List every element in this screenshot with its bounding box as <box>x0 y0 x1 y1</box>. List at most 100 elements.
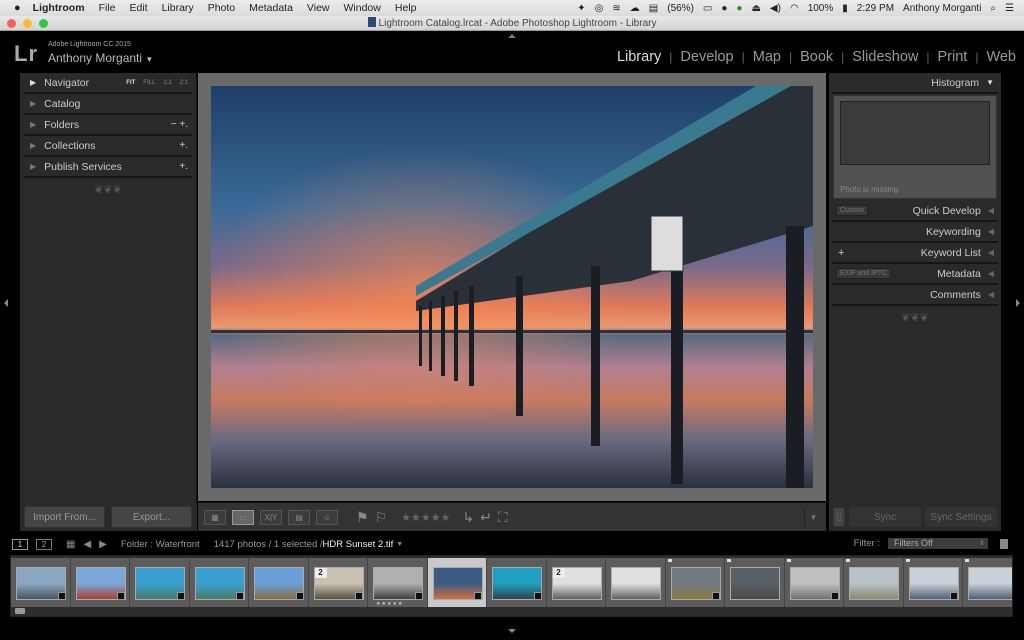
develop-settings-badge-icon[interactable] <box>57 592 66 600</box>
apple-menu-icon[interactable]: ● <box>14 2 21 14</box>
user-name[interactable]: Anthony Morganti <box>903 3 981 14</box>
auto-sync-toggle[interactable]: ▯ <box>833 507 845 527</box>
filmstrip-thumbnail[interactable] <box>844 558 904 607</box>
export-button[interactable]: Export... <box>111 506 192 528</box>
rotate-left-icon[interactable]: ↳ <box>462 509 474 526</box>
publish-services-panel-header[interactable]: ▶ Publish Services +. <box>24 157 192 178</box>
histogram-panel-header[interactable]: Histogram ▼ <box>832 73 998 94</box>
filmstrip-thumbnail[interactable]: ★★★★★ <box>368 558 428 607</box>
flag-reject-icon[interactable]: ⚐ <box>375 509 388 526</box>
catalog-panel-header[interactable]: ▶ Catalog <box>24 94 192 115</box>
compare-view-button[interactable]: X|Y <box>260 509 282 525</box>
develop-settings-badge-icon[interactable] <box>295 592 304 600</box>
spotlight-search-icon[interactable]: ⌕ <box>990 3 996 14</box>
develop-settings-badge-icon[interactable] <box>355 592 363 600</box>
module-print[interactable]: Print <box>937 49 967 65</box>
metadata-preset-select[interactable]: EXIF and IPTC <box>836 268 892 279</box>
zoom-fit[interactable]: FIT <box>126 80 135 86</box>
add-keyword-button[interactable]: + <box>838 247 844 259</box>
filmstrip-source[interactable]: Folder : Waterfront <box>121 539 200 550</box>
sync-button[interactable]: Sync <box>849 507 921 527</box>
display-icon[interactable]: ▭ <box>703 3 712 14</box>
collapse-top-panel-arrow[interactable] <box>508 34 516 38</box>
keyword-list-panel-header[interactable]: + Keyword List ◀ <box>832 243 998 264</box>
filmstrip-thumbnail[interactable] <box>70 558 130 607</box>
creative-cloud-icon[interactable]: ◎ <box>595 3 604 14</box>
notification-center-icon[interactable]: ☰ <box>1005 3 1014 14</box>
close-window-button[interactable] <box>7 19 16 28</box>
zoom-fill[interactable]: FILL <box>143 80 155 86</box>
filmstrip-thumbnail[interactable]: 2 <box>308 558 368 607</box>
evernote-icon[interactable]: ● <box>736 3 742 14</box>
drive-icon[interactable]: ▤ <box>649 3 658 14</box>
survey-view-button[interactable]: ▤ <box>288 509 310 525</box>
back-arrow-icon[interactable]: ◀ <box>83 539 91 550</box>
collections-add-button[interactable]: +. <box>179 140 188 151</box>
collections-panel-header[interactable]: ▶ Collections +. <box>24 136 192 157</box>
develop-settings-badge-icon[interactable] <box>236 592 244 600</box>
stack-count-badge[interactable]: 2 <box>314 568 327 578</box>
volume-icon[interactable]: ◀) <box>770 3 781 14</box>
module-slideshow[interactable]: Slideshow <box>852 49 918 65</box>
develop-settings-badge-icon[interactable] <box>176 592 185 600</box>
flag-pick-icon[interactable]: ⚑ <box>356 509 369 526</box>
menu-window[interactable]: Window <box>344 2 381 14</box>
filmstrip-thumbnail[interactable] <box>725 558 785 607</box>
publish-services-add-button[interactable]: +. <box>179 161 188 172</box>
filmstrip-thumbnail[interactable] <box>903 558 963 607</box>
develop-settings-badge-icon[interactable] <box>533 592 542 600</box>
filmstrip-thumbnail[interactable] <box>427 558 487 607</box>
develop-settings-badge-icon[interactable] <box>950 592 958 600</box>
filmstrip-thumbnail[interactable] <box>963 558 1012 607</box>
battery-icon[interactable]: ▮ <box>842 3 848 14</box>
module-library[interactable]: Library <box>617 49 661 65</box>
filmstrip-thumbnail[interactable] <box>249 558 309 607</box>
cloud-icon[interactable]: ☁ <box>630 3 640 14</box>
quick-develop-panel-header[interactable]: Custom Quick Develop ◀ <box>832 201 998 222</box>
filmstrip-thumbnail[interactable] <box>665 558 725 607</box>
collapse-filmstrip-arrow[interactable] <box>508 629 516 633</box>
zoom-1-1[interactable]: 1:1 <box>163 80 171 86</box>
dropbox-icon[interactable]: ✦ <box>577 3 585 14</box>
face-region-icon[interactable]: ⛶ <box>498 509 508 526</box>
develop-settings-badge-icon[interactable] <box>474 592 482 600</box>
navigator-panel-header[interactable]: ▶ Navigator FIT FILL 1:1 2:1 <box>24 73 192 94</box>
forward-arrow-icon[interactable]: ▶ <box>99 539 107 550</box>
develop-settings-badge-icon[interactable] <box>712 592 720 600</box>
module-develop[interactable]: Develop <box>680 49 733 65</box>
grid-view-button[interactable]: ▦ <box>204 509 226 525</box>
comments-panel-header[interactable]: Comments ◀ <box>832 285 998 306</box>
secondary-display-button[interactable]: 2 <box>36 538 52 550</box>
toolbar-options-dropdown[interactable]: ▼ <box>804 507 822 527</box>
loupe-view-button[interactable]: ▭ <box>232 509 254 525</box>
grid-view-icon[interactable]: ▦ <box>66 539 75 550</box>
main-photo[interactable] <box>211 86 813 488</box>
menu-library[interactable]: Library <box>162 2 194 14</box>
filmstrip-thumbnail[interactable] <box>130 558 190 607</box>
clock[interactable]: 2:29 PM <box>857 3 894 14</box>
import-button[interactable]: Import From... <box>24 506 105 528</box>
rotate-right-icon[interactable]: ↵ <box>480 509 492 526</box>
menu-file[interactable]: File <box>99 2 116 14</box>
star-rating[interactable]: ★★★★★ <box>401 511 450 524</box>
wifi-icon[interactable]: ◠ <box>790 3 799 14</box>
saved-preset-select[interactable]: Custom <box>836 205 869 216</box>
filter-select[interactable]: Filters Off <box>888 538 988 549</box>
module-web[interactable]: Web <box>986 49 1016 65</box>
folders-add-remove-buttons[interactable]: − +. <box>171 119 188 130</box>
primary-display-button[interactable]: 1 <box>12 538 28 550</box>
module-book[interactable]: Book <box>800 49 833 65</box>
menu-view[interactable]: View <box>307 2 330 14</box>
filmstrip-thumbnail[interactable] <box>784 558 844 607</box>
filmstrip-thumbnail[interactable] <box>487 558 547 607</box>
zoom-2-1[interactable]: 2:1 <box>180 80 188 86</box>
collapse-right-panel-arrow[interactable] <box>1016 299 1020 307</box>
menu-metadata[interactable]: Metadata <box>249 2 293 14</box>
menu-app[interactable]: Lightroom <box>33 2 85 14</box>
airplay-icon[interactable]: ⏏ <box>751 3 760 14</box>
filmstrip-scrollbar[interactable] <box>15 608 25 614</box>
folders-panel-header[interactable]: ▶ Folders − +. <box>24 115 192 136</box>
selected-filename[interactable]: HDR Sunset 2.tif <box>323 539 394 550</box>
sync-settings-button[interactable]: Sync Settings <box>925 507 997 527</box>
minimize-window-button[interactable] <box>23 19 32 28</box>
